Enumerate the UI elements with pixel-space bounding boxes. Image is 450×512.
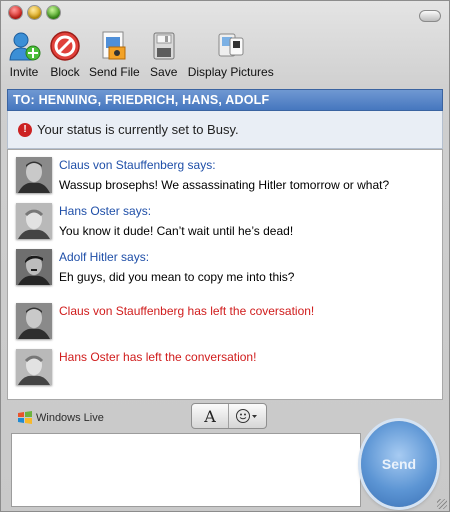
font-button[interactable]: A: [192, 404, 228, 428]
sender-name: Adolf Hitler says:: [59, 250, 150, 264]
sender-name: Claus von Stauffenberg says:: [59, 158, 216, 172]
event-text: Claus von Stauffenberg has left the cove…: [59, 304, 315, 318]
display-pictures-button[interactable]: Display Pictures: [188, 29, 274, 79]
display-pictures-label: Display Pictures: [187, 65, 274, 79]
invite-contact-icon: [7, 29, 41, 63]
emoticon-button[interactable]: [228, 404, 265, 428]
invite-label: Invite: [9, 65, 39, 79]
windows-live-logo: Windows Live: [17, 411, 104, 425]
conversation-event: Hans Oster has left the conversation!: [16, 349, 256, 385]
event-text: Hans Oster has left the conversation!: [59, 350, 257, 364]
avatar: [16, 303, 52, 339]
send-button[interactable]: Send: [361, 421, 437, 507]
display-pictures-icon: [214, 29, 248, 63]
message-item: Adolf Hitler says: Eh guys, did you mean…: [16, 249, 294, 286]
save-label: Save: [150, 65, 178, 79]
message-text: Wassup brosephs! We assassinating Hitler…: [59, 178, 390, 192]
message-item: Claus von Stauffenberg says: Wassup bros…: [16, 157, 389, 194]
smiley-icon: [236, 409, 257, 423]
message-text: You know it dude! Can’t wait until he’s …: [59, 224, 294, 238]
toolbar: Invite Block Send File Save Display Pict…: [7, 29, 281, 79]
send-file-icon: [97, 29, 131, 63]
avatar: [16, 349, 52, 385]
sender-name: Hans Oster says:: [59, 204, 152, 218]
zoom-window-button[interactable]: [47, 6, 60, 19]
windows-flag-icon: [18, 411, 32, 424]
save-button[interactable]: Save: [147, 29, 181, 79]
send-file-button[interactable]: Send File: [89, 29, 140, 79]
block-label: Block: [50, 65, 80, 79]
windows-live-text: Windows Live: [36, 412, 104, 424]
status-text: Your status is currently set to Busy.: [37, 122, 239, 137]
resize-grip[interactable]: [437, 499, 447, 509]
conversation-event: Claus von Stauffenberg has left the cove…: [16, 303, 314, 339]
message-item: Hans Oster says: You know it dude! Can’t…: [16, 203, 293, 240]
recipients-bar[interactable]: TO: HENNING, FRIEDRICH, HANS, ADOLF: [7, 89, 443, 111]
chat-window: Invite Block Send File Save Display Pict…: [0, 0, 450, 512]
toolbar-toggle-button[interactable]: [419, 10, 441, 22]
block-button[interactable]: Block: [48, 29, 82, 79]
avatar: [16, 249, 52, 285]
font-icon: A: [204, 406, 216, 426]
close-window-button[interactable]: [9, 6, 22, 19]
conversation-pane[interactable]: Claus von Stauffenberg says: Wassup bros…: [7, 149, 443, 400]
busy-status-icon: !: [18, 122, 32, 137]
send-label: Send: [381, 456, 417, 472]
avatar: [16, 157, 52, 193]
message-input[interactable]: [11, 433, 361, 507]
block-icon: [48, 29, 82, 63]
minimize-window-button[interactable]: [28, 6, 41, 19]
window-controls: [9, 6, 60, 19]
format-buttons: A: [191, 403, 267, 429]
avatar: [16, 203, 52, 239]
send-file-label: Send File: [89, 65, 140, 79]
save-icon: [147, 29, 181, 63]
message-text: Eh guys, did you mean to copy me into th…: [59, 270, 295, 284]
invite-button[interactable]: Invite: [7, 29, 41, 79]
status-notice: ! Your status is currently set to Busy.: [7, 111, 443, 149]
